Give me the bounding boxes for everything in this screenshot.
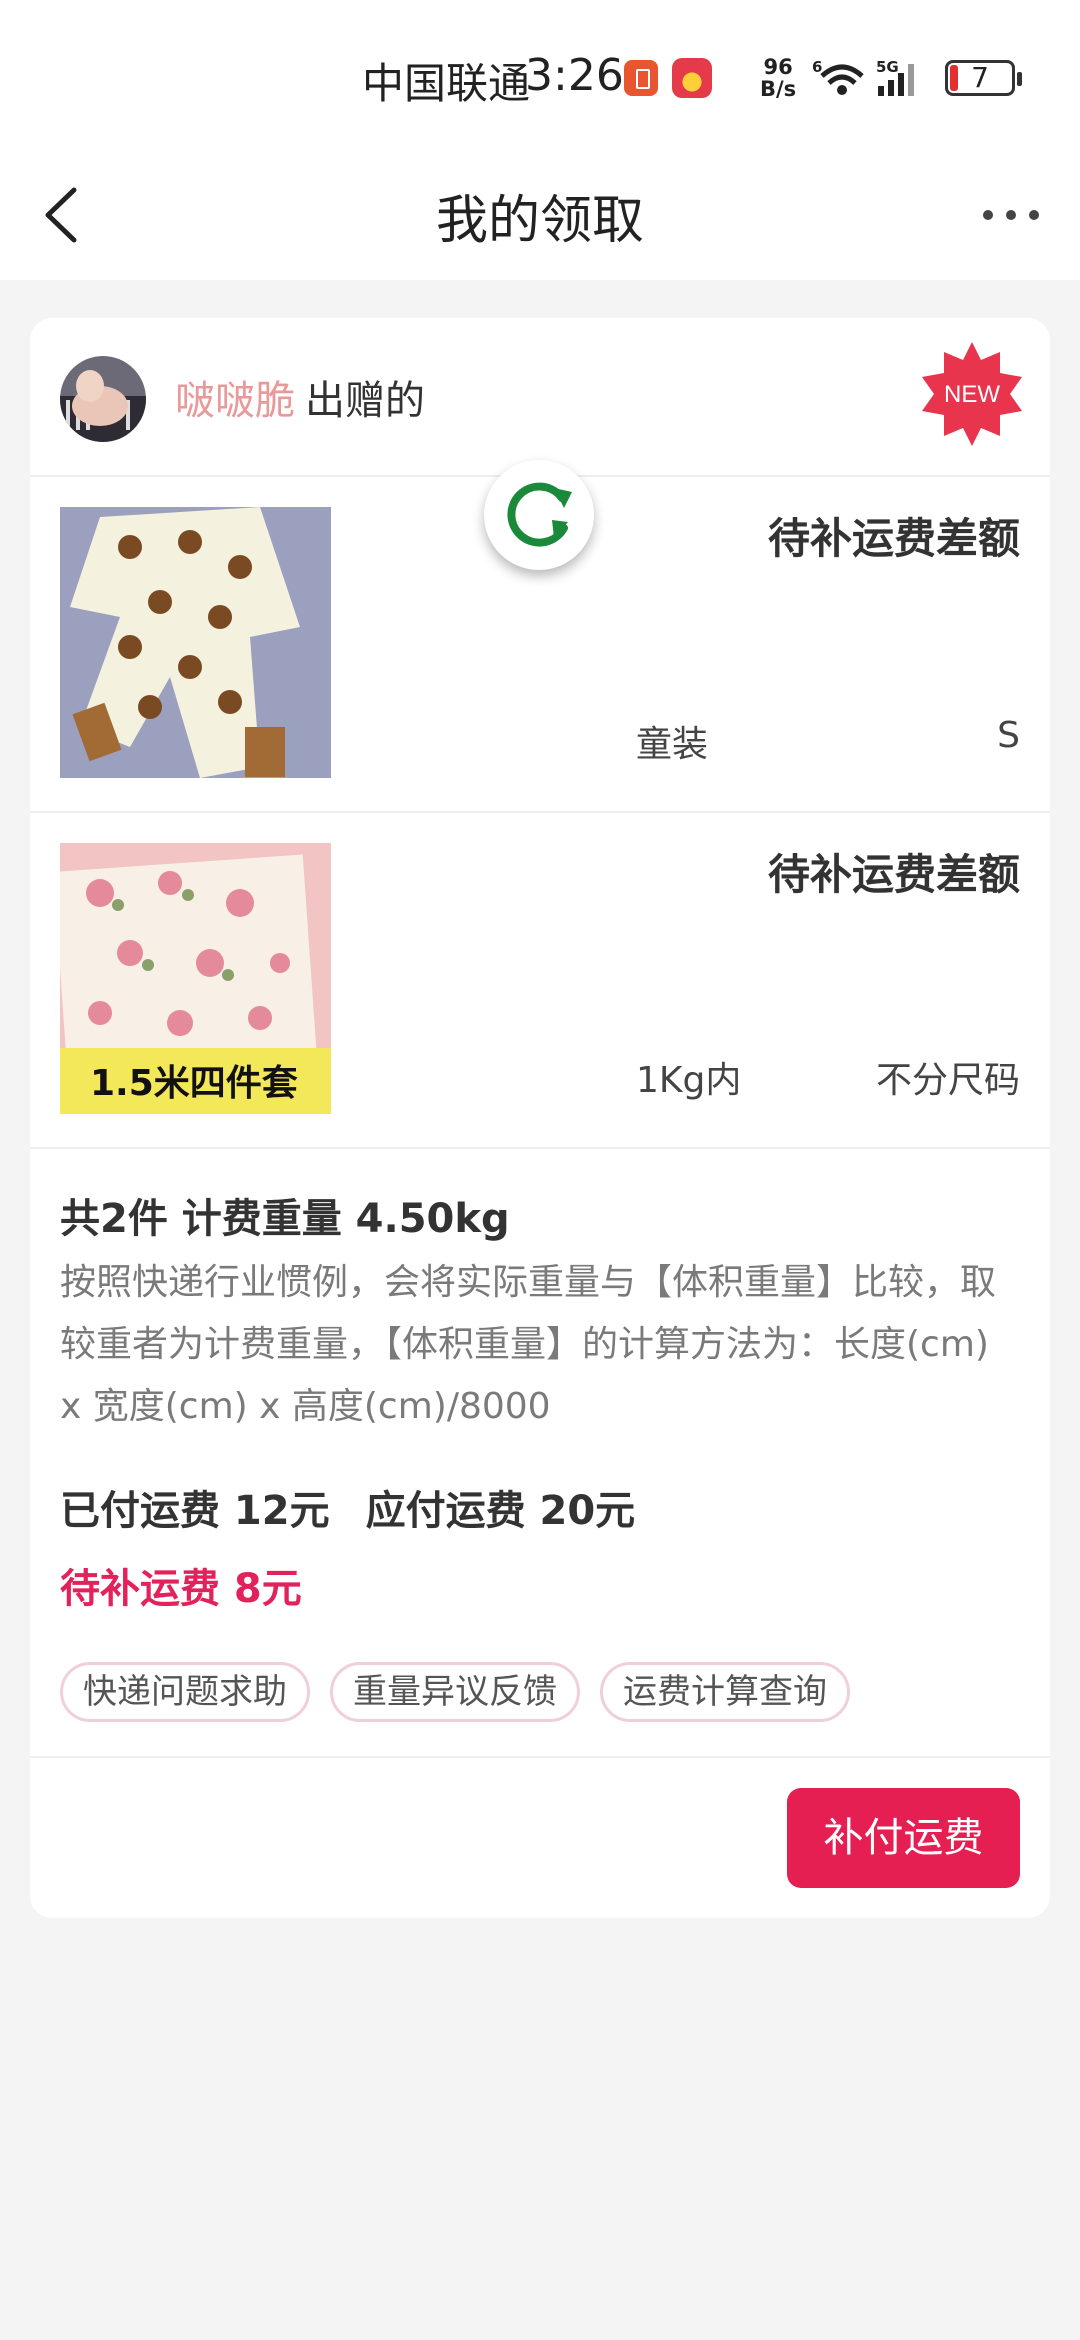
due-fee: 待补运费 8元 bbox=[60, 1566, 302, 1612]
avatar[interactable] bbox=[60, 356, 146, 442]
svg-text:1.5米四件套: 1.5米四件套 bbox=[90, 1063, 298, 1104]
battery-icon: 7 bbox=[945, 60, 1022, 96]
page-title: 我的领取 bbox=[435, 191, 644, 251]
carrier-label: 中国联通 bbox=[362, 59, 531, 108]
item-category: 童装 bbox=[636, 724, 709, 765]
giver-row[interactable]: 啵啵脆 出赠的 NEW bbox=[30, 318, 1050, 477]
status-bar: 中国联通 3:26 96 B/s 6 5G 7 bbox=[0, 0, 1080, 150]
battery-app-icon bbox=[624, 60, 658, 96]
signal-wifi-icon: 6 5G bbox=[812, 58, 914, 96]
fee-line: 已付运费 12元 应付运费 20元 bbox=[60, 1478, 635, 1536]
weight-note: 按照快递行业惯例，会将实际重量与【体积重量】比较，取较重者为计费重量，【体积重量… bbox=[60, 1262, 997, 1427]
nav-bar: 我的领取 bbox=[0, 150, 1080, 280]
fee-query-chip[interactable]: 运费计算查询 bbox=[600, 1662, 850, 1722]
paid-fee: 已付运费 12元 bbox=[60, 1488, 330, 1534]
refresh-icon bbox=[507, 482, 572, 547]
svg-text:NEW: NEW bbox=[944, 381, 1000, 408]
clock: 3:26 bbox=[525, 50, 624, 101]
item-category: 1Kg内 bbox=[636, 1060, 742, 1101]
game-app-icon bbox=[672, 58, 712, 98]
help-chips: 快递问题求助 重量异议反馈 运费计算查询 bbox=[60, 1662, 850, 1722]
list-item[interactable]: 1.5米四件套 待补运费差额 1Kg内 不分尺码 bbox=[30, 813, 1050, 1149]
item-size: 不分尺码 bbox=[875, 1060, 1020, 1101]
claim-card: 啵啵脆 出赠的 NEW 待补运费差额 童装 S 1.5米四件套 待补运费差额 1… bbox=[30, 318, 1050, 1918]
giver-suffix: 出赠的 bbox=[305, 378, 425, 424]
item-size: S bbox=[997, 715, 1020, 756]
new-badge: NEW bbox=[922, 342, 1022, 446]
payable-fee: 应付运费 20元 bbox=[365, 1488, 636, 1534]
more-horizontal-icon[interactable] bbox=[976, 190, 1046, 240]
weight-dispute-chip[interactable]: 重量异议反馈 bbox=[330, 1662, 580, 1722]
pay-shipping-button[interactable]: 补付运费 bbox=[787, 1788, 1020, 1888]
giver-name[interactable]: 啵啵脆 bbox=[175, 368, 295, 426]
refresh-button[interactable] bbox=[484, 460, 594, 570]
svg-text:5G: 5G bbox=[876, 58, 899, 76]
item-image[interactable]: 1.5米四件套 bbox=[60, 843, 331, 1114]
divider bbox=[30, 1756, 1050, 1758]
item-status: 待补运费差额 bbox=[767, 514, 1020, 563]
item-status: 待补运费差额 bbox=[767, 850, 1020, 899]
express-help-chip[interactable]: 快递问题求助 bbox=[60, 1662, 310, 1722]
weight-line: 共2件 计费重量 4.50kg bbox=[60, 1196, 510, 1242]
svg-text:6: 6 bbox=[812, 58, 822, 76]
network-speed: 96 B/s bbox=[760, 55, 797, 101]
item-image[interactable] bbox=[60, 507, 331, 778]
